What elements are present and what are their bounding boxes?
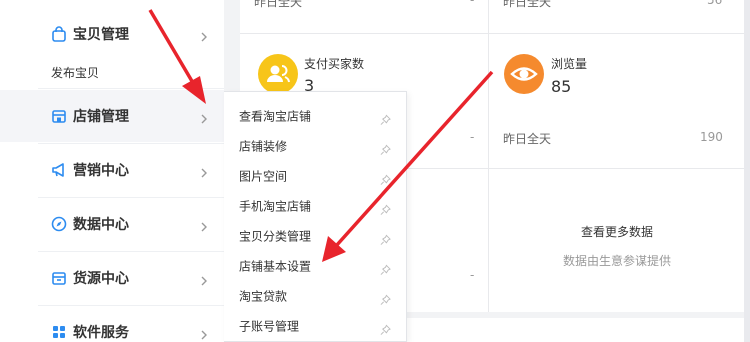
flyout-item-label: 宝贝分类管理 xyxy=(239,229,312,244)
chevron-right-icon xyxy=(198,28,210,42)
scrollbar-track[interactable] xyxy=(744,0,750,342)
card-value: 190 xyxy=(700,130,723,144)
chevron-right-icon xyxy=(198,218,210,232)
flyout-item-label: 手机淘宝店铺 xyxy=(239,199,312,214)
card-value: 56 xyxy=(707,0,723,7)
pin-icon[interactable] xyxy=(380,141,391,155)
divider xyxy=(240,33,744,34)
box-icon xyxy=(51,270,67,286)
publish-product-link[interactable]: 发布宝贝 xyxy=(51,64,99,81)
view-more-data-link[interactable]: 查看更多数据 xyxy=(490,223,744,240)
card-period-label: 昨日全天 xyxy=(503,0,552,9)
flyout-item-store-basic-settings[interactable]: 店铺基本设置 xyxy=(224,251,407,281)
pin-icon[interactable] xyxy=(380,231,391,245)
store-management-flyout: 查看淘宝店铺 店铺装修 图片空间 手机淘宝店铺 宝贝分类管理 店铺基本设置 淘宝… xyxy=(224,91,407,342)
chevron-right-icon xyxy=(198,164,210,178)
card-value: - xyxy=(470,268,475,282)
chevron-right-icon xyxy=(198,272,210,286)
flyout-item-image-space[interactable]: 图片空间 xyxy=(224,161,407,191)
chevron-right-icon xyxy=(198,326,210,340)
compass-icon xyxy=(51,216,67,232)
flyout-item-store-decoration[interactable]: 店铺装修 xyxy=(224,131,407,161)
flyout-item-mobile-store[interactable]: 手机淘宝店铺 xyxy=(224,191,407,221)
users-icon xyxy=(258,54,298,94)
sidebar-item-label: 营销中心 xyxy=(73,163,129,179)
data-source-note: 数据由生意参谋提供 xyxy=(562,254,671,268)
divider xyxy=(488,0,489,312)
divider xyxy=(38,88,224,89)
flyout-item-label: 淘宝贷款 xyxy=(239,289,288,304)
sidebar-item-label: 宝贝管理 xyxy=(73,27,129,43)
flyout-item-label: 子账号管理 xyxy=(239,319,300,334)
pin-icon[interactable] xyxy=(380,201,391,215)
pin-icon[interactable] xyxy=(380,291,391,305)
card-value: - xyxy=(470,130,475,144)
flyout-item-label: 店铺基本设置 xyxy=(239,259,312,274)
store-icon xyxy=(51,108,67,124)
metric-value: 85 xyxy=(551,77,572,96)
sidebar-item-software-services[interactable]: 软件服务 xyxy=(0,306,224,342)
flyout-item-label: 查看淘宝店铺 xyxy=(239,109,312,124)
flyout-item-label: 店铺装修 xyxy=(239,139,288,154)
flyout-item-taobao-loans[interactable]: 淘宝贷款 xyxy=(224,281,407,311)
megaphone-icon xyxy=(51,162,67,178)
card-period-label: 昨日全天 xyxy=(503,132,552,146)
sidebar-item-store-management[interactable]: 店铺管理 xyxy=(0,90,224,142)
pin-icon[interactable] xyxy=(380,321,391,335)
pin-icon[interactable] xyxy=(380,111,391,125)
sidebar-item-label: 数据中心 xyxy=(73,217,129,233)
flyout-item-label: 图片空间 xyxy=(239,169,288,184)
sidebar: 宝贝管理 发布宝贝 店铺管理 营销中心 数据中心 货源中心 软件服务 xyxy=(0,0,224,342)
sidebar-item-label: 软件服务 xyxy=(73,325,129,341)
flyout-item-sub-accounts[interactable]: 子账号管理 xyxy=(224,311,407,341)
pin-icon[interactable] xyxy=(380,261,391,275)
sidebar-item-label: 货源中心 xyxy=(73,271,129,287)
sidebar-item-label: 店铺管理 xyxy=(73,109,129,125)
eye-icon xyxy=(504,54,544,94)
grid-icon xyxy=(51,324,67,340)
sidebar-item-marketing-center[interactable]: 营销中心 xyxy=(0,144,224,196)
metric-title: 浏览量 xyxy=(551,57,588,71)
card-value: - xyxy=(470,0,475,7)
sidebar-item-sourcing-center[interactable]: 货源中心 xyxy=(0,252,224,304)
shopping-bag-icon xyxy=(51,26,67,42)
metric-title: 支付买家数 xyxy=(304,57,365,71)
sidebar-item-data-center[interactable]: 数据中心 xyxy=(0,198,224,250)
flyout-item-category-management[interactable]: 宝贝分类管理 xyxy=(224,221,407,251)
flyout-item-view-store[interactable]: 查看淘宝店铺 xyxy=(224,101,407,131)
pin-icon[interactable] xyxy=(380,171,391,185)
sidebar-item-product-management[interactable]: 宝贝管理 发布宝贝 xyxy=(0,8,224,80)
chevron-right-icon xyxy=(198,110,210,124)
card-period-label: 昨日全天 xyxy=(254,0,303,9)
